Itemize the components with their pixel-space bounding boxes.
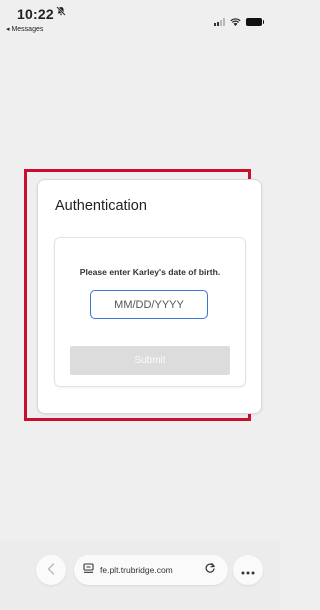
address-bar[interactable]: fe.plt.trubridge.com: [74, 555, 228, 585]
back-to-messages-link[interactable]: ◂ Messages: [6, 25, 43, 33]
submit-button[interactable]: Submit: [70, 346, 230, 375]
browser-back-button[interactable]: [36, 555, 66, 585]
wifi-icon: [230, 13, 241, 31]
status-time: 10:22: [17, 6, 54, 22]
more-icon: [241, 563, 255, 578]
auth-title: Authentication: [55, 198, 147, 214]
authentication-card: Authentication Please enter Karley's dat…: [37, 179, 262, 414]
dob-input[interactable]: [90, 290, 208, 319]
dob-form: Please enter Karley's date of birth. Sub…: [54, 237, 246, 387]
browser-toolbar: fe.plt.trubridge.com: [0, 540, 280, 610]
more-options-button[interactable]: [233, 555, 263, 585]
url-text: fe.plt.trubridge.com: [100, 565, 173, 575]
page-icon: [83, 561, 94, 579]
battery-icon: [246, 18, 264, 26]
dob-prompt: Please enter Karley's date of birth.: [79, 267, 221, 277]
reload-icon[interactable]: [204, 562, 216, 577]
status-bar: 10:22 ◂ Messages: [0, 0, 280, 40]
signal-icon: [214, 18, 225, 26]
bell-slash-icon: [56, 6, 66, 19]
status-indicators: [214, 13, 264, 31]
chevron-left-icon: [47, 562, 55, 578]
